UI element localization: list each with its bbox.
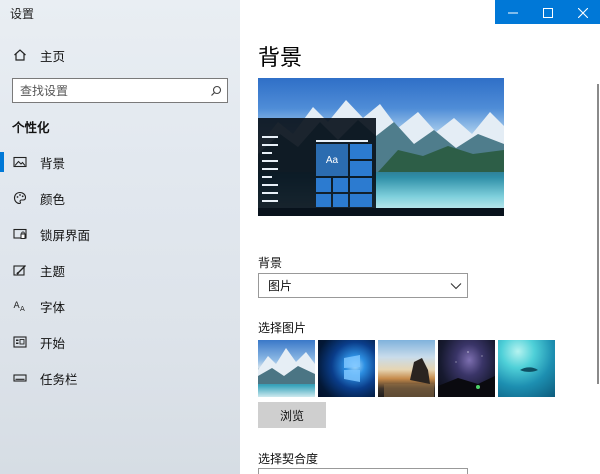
sidebar-item-start[interactable]: 开始 (0, 324, 240, 360)
choose-picture-label: 选择图片 (258, 321, 307, 335)
sidebar-item-label: 开始 (40, 335, 66, 351)
page-title: 背景 (258, 46, 303, 71)
close-button[interactable] (565, 0, 600, 24)
sidebar-item-themes[interactable]: 主题 (0, 252, 240, 288)
picture-thumbnail[interactable] (318, 340, 375, 397)
preview-taskbar (258, 208, 504, 216)
picture-thumbnail[interactable] (438, 340, 495, 397)
sidebar-item-lock-screen[interactable]: 锁屏界面 (0, 216, 240, 252)
sidebar-item-taskbar[interactable]: 任务栏 (0, 360, 240, 396)
nav-list: 背景 颜色 锁屏界面 主题 AA 字体 开始 任务栏 (0, 144, 240, 396)
picture-thumbnail[interactable] (378, 340, 435, 397)
search-icon[interactable] (205, 85, 227, 97)
maximize-button[interactable] (530, 0, 565, 24)
sidebar-item-label: 颜色 (40, 191, 66, 207)
scrollbar[interactable] (597, 84, 599, 384)
home-icon (12, 48, 28, 62)
taskbar-icon (12, 370, 28, 386)
close-icon (577, 3, 588, 22)
chevron-down-icon (445, 282, 467, 290)
background-preview: Aa (258, 78, 504, 216)
sidebar-item-label: 主题 (40, 263, 66, 279)
section-title: 个性化 (12, 120, 50, 135)
background-label: 背景 (258, 256, 283, 270)
palette-icon (12, 190, 28, 206)
sidebar-item-home[interactable]: 主页 (0, 42, 240, 68)
choose-fit-label: 选择契合度 (258, 452, 319, 466)
preview-start-menu: Aa (258, 118, 376, 210)
sidebar: 设置 主页 个性化 背景 颜色 锁屏界面 (0, 0, 240, 474)
svg-text:A: A (20, 305, 25, 313)
minimize-icon (507, 3, 518, 22)
preview-tile-text: Aa (316, 144, 348, 176)
background-dropdown[interactable]: 图片 (258, 273, 468, 298)
sidebar-item-background[interactable]: 背景 (0, 144, 240, 180)
picture-thumbnail[interactable] (258, 340, 315, 397)
maximize-icon (542, 3, 553, 22)
start-icon (12, 334, 28, 350)
sidebar-item-label: 任务栏 (40, 371, 78, 387)
picture-thumbnails (258, 340, 555, 397)
lock-screen-icon (12, 226, 28, 242)
font-icon: AA (12, 298, 28, 314)
background-dropdown-value: 图片 (268, 279, 293, 293)
theme-icon (12, 262, 28, 278)
sidebar-item-label: 锁屏界面 (40, 227, 91, 243)
fit-dropdown[interactable] (258, 468, 468, 474)
sidebar-item-label: 背景 (40, 155, 66, 171)
minimize-button[interactable] (495, 0, 530, 24)
sidebar-item-colors[interactable]: 颜色 (0, 180, 240, 216)
sidebar-item-label: 字体 (40, 299, 66, 315)
picture-thumbnail[interactable] (498, 340, 555, 397)
search-input[interactable] (13, 79, 205, 102)
sidebar-item-label: 主页 (40, 48, 66, 64)
picture-icon (12, 154, 28, 170)
window-controls (495, 0, 600, 24)
sidebar-item-fonts[interactable]: AA 字体 (0, 288, 240, 324)
search-box (12, 78, 228, 103)
browse-button[interactable]: 浏览 (258, 402, 326, 428)
app-title: 设置 (10, 7, 35, 21)
